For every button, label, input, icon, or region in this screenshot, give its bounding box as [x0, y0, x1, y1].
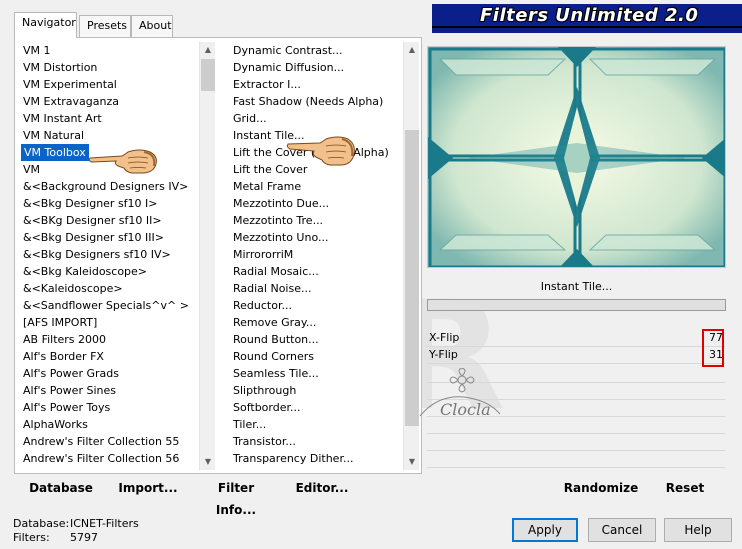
list-item[interactable]: VM Experimental [23, 76, 117, 93]
list-item[interactable]: MirrororriM [233, 246, 293, 263]
scroll-thumb[interactable] [201, 59, 215, 91]
filters-count-label: Filters: [13, 531, 50, 544]
list-item[interactable]: VM Extravaganza [23, 93, 119, 110]
list-item[interactable]: AlphaWorks [23, 416, 88, 433]
list-item[interactable]: VM Distortion [23, 59, 97, 76]
list-item[interactable]: [AFS IMPORT] [23, 314, 97, 331]
category-scrollbar[interactable]: ▲ ▼ [199, 42, 215, 470]
list-item[interactable]: &<Bkg Designer sf10 I> [23, 195, 158, 212]
list-item[interactable]: Slipthrough [233, 382, 296, 399]
filter-info-button[interactable]: Filter Info... [196, 477, 276, 517]
list-item[interactable]: &<Bkg Designer sf10 III> [23, 229, 164, 246]
list-item[interactable]: Andrew's Filter Collection 56 [23, 450, 179, 467]
tab-navigator[interactable]: Navigator [14, 12, 77, 38]
list-item[interactable]: Extractor I... [233, 76, 301, 93]
param-label: Y-Flip [429, 348, 458, 361]
param-row-x-flip[interactable]: X-Flip 77 [427, 330, 725, 347]
filter-preview [427, 46, 726, 268]
list-item[interactable]: Alf's Border FX [23, 348, 104, 365]
param-row-empty [427, 434, 725, 451]
list-item[interactable]: Dynamic Diffusion... [233, 59, 344, 76]
scroll-down-icon[interactable]: ▼ [404, 454, 420, 470]
list-item[interactable]: VM Instant Art [23, 110, 102, 127]
list-item[interactable]: Dynamic Contrast... [233, 42, 343, 59]
tab-presets[interactable]: Presets [79, 15, 131, 37]
list-item[interactable]: Reductor... [233, 297, 292, 314]
list-item[interactable]: VM Toolbox [21, 144, 89, 161]
category-list[interactable]: VM 1 VM Distortion VM Experimental VM Extra… [20, 42, 216, 470]
scroll-down-icon[interactable]: ▼ [200, 454, 216, 470]
list-item[interactable]: Radial Mosaic... [233, 263, 319, 280]
list-item[interactable]: &<Background Designers IV> [23, 178, 188, 195]
app-banner-title: Filters Unlimited 2.0 [432, 4, 742, 28]
list-item[interactable]: Seamless Tile... [233, 365, 319, 382]
database-value: ICNET-Filters [70, 517, 139, 530]
cancel-button[interactable]: Cancel [588, 518, 656, 542]
list-item[interactable]: Softborder... [233, 399, 301, 416]
param-row-empty [427, 451, 725, 468]
highlight-box [702, 329, 724, 367]
randomize-button[interactable]: Randomize [556, 477, 646, 499]
list-item[interactable]: Transistor... [233, 433, 296, 450]
scroll-up-icon[interactable]: ▲ [200, 42, 216, 58]
import-button[interactable]: Import... [112, 477, 184, 499]
pointing-hand-icon [88, 149, 157, 174]
list-item[interactable]: Radial Noise... [233, 280, 311, 297]
list-item[interactable]: Andrew's Filter Collection 55 [23, 433, 179, 450]
database-label: Database: [13, 517, 70, 530]
list-item[interactable]: Mezzotinto Tre... [233, 212, 323, 229]
list-item[interactable]: Fast Shadow (Needs Alpha) [233, 93, 383, 110]
list-item[interactable]: &<Sandflower Specials^v^ > [23, 297, 189, 314]
apply-button[interactable]: Apply [512, 518, 578, 542]
list-item[interactable]: VM 1 [23, 42, 51, 59]
list-item[interactable]: Tiler... [233, 416, 266, 433]
list-item[interactable]: &<BKg Designer sf10 II> [23, 212, 162, 229]
help-button[interactable]: Help [664, 518, 732, 542]
list-item[interactable]: &<Kaleidoscope> [23, 280, 123, 297]
list-item[interactable]: Remove Gray... [233, 314, 316, 331]
scroll-up-icon[interactable]: ▲ [404, 42, 420, 58]
param-row-y-flip[interactable]: Y-Flip 31 [427, 347, 725, 364]
list-item[interactable]: &<Bkg Designers sf10 IV> [23, 246, 171, 263]
list-item[interactable]: VM Natural [23, 127, 84, 144]
list-item[interactable]: VM [23, 161, 40, 178]
list-item[interactable]: Mezzotinto Due... [233, 195, 329, 212]
tab-about[interactable]: About [131, 15, 173, 37]
signature-text: Clocla [440, 400, 491, 419]
list-item[interactable]: Mezzotinto Uno... [233, 229, 328, 246]
list-item[interactable]: AB Filters 2000 [23, 331, 106, 348]
list-item[interactable]: Metal Frame [233, 178, 301, 195]
editor-button[interactable]: Editor... [288, 477, 356, 499]
list-item[interactable]: Alf's Power Sines [23, 382, 116, 399]
filter-list[interactable]: Dynamic Contrast... Dynamic Diffusion... E… [230, 42, 420, 470]
list-item[interactable]: Alf's Power Toys [23, 399, 110, 416]
list-item[interactable]: Round Button... [233, 331, 319, 348]
list-item[interactable]: Round Corners [233, 348, 314, 365]
pointing-hand-icon [286, 136, 355, 166]
banner-stripe [432, 28, 742, 33]
reset-button[interactable]: Reset [656, 477, 714, 499]
param-label: X-Flip [429, 331, 460, 344]
filter-progress-bar [427, 299, 726, 311]
database-button[interactable]: Database [22, 477, 100, 499]
list-item[interactable]: Grid... [233, 110, 267, 127]
list-item[interactable]: &<Bkg Kaleidoscope> [23, 263, 147, 280]
list-item[interactable]: Alf's Power Grads [23, 365, 119, 382]
list-item[interactable]: Transparency Dither... [233, 450, 353, 467]
preview-image [428, 47, 725, 267]
filters-count-value: 5797 [70, 531, 98, 544]
filter-name-display: Instant Tile... [427, 276, 726, 298]
